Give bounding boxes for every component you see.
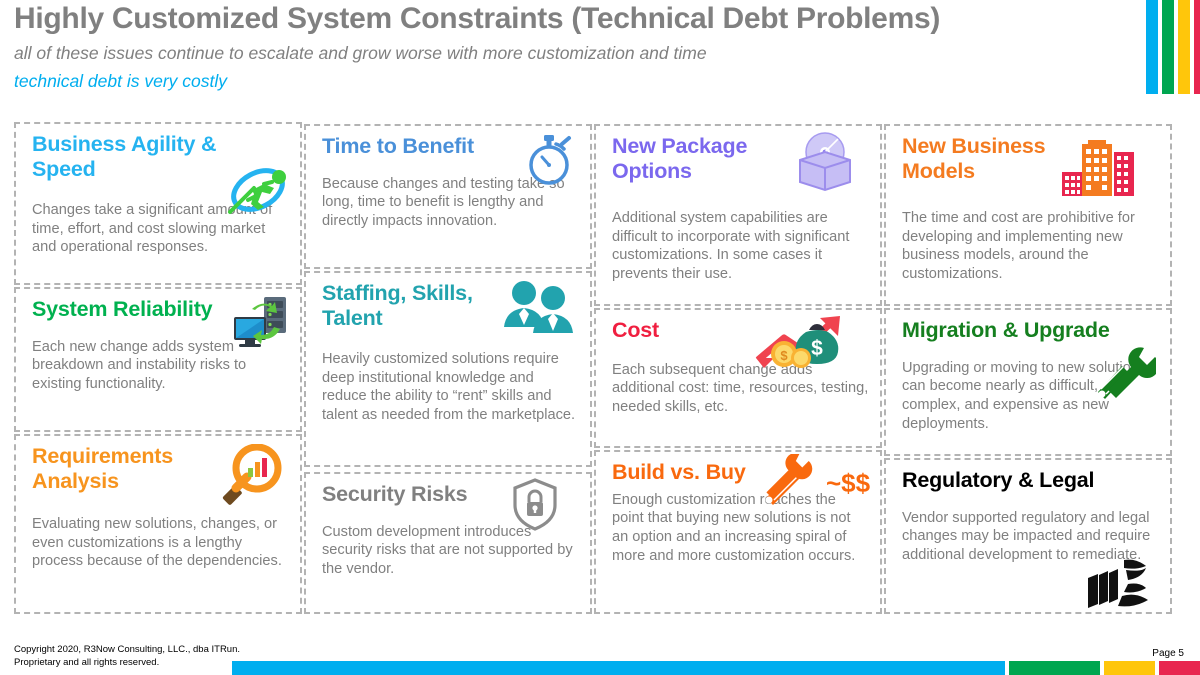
card-body: Changes take a significant amount of tim…: [32, 202, 273, 256]
grid-column-4: New Business Models The time and cost ar…: [884, 122, 1172, 614]
header-accent-bar-blue: [1146, 0, 1158, 94]
card-business-agility[interactable]: Business Agility & Speed Changes take a …: [14, 122, 302, 285]
footer-accent-bar-yellow: [1104, 661, 1155, 675]
card-body: Each new change adds system breakdown an…: [32, 338, 247, 392]
card-title: Regulatory & Legal: [902, 468, 1095, 492]
card-cost[interactable]: Cost Each subsequent change adds additio…: [594, 308, 882, 448]
slide-header: Highly Customized System Constraints (Te…: [14, 2, 1124, 92]
card-new-business-models[interactable]: New Business Models The time and cost ar…: [884, 124, 1172, 306]
card-title: Migration & Upgrade: [902, 318, 1110, 342]
card-body: Heavily customized solutions require dee…: [322, 351, 576, 424]
card-build-vs-buy[interactable]: Build vs. Buy Enough customization reach…: [594, 450, 882, 614]
card-body: Additional system capabilities are diffi…: [612, 210, 850, 283]
card-title: Business Agility & Speed: [32, 132, 217, 181]
card-title: System Reliability: [32, 297, 213, 321]
card-title: Build vs. Buy: [612, 460, 746, 484]
svg-text:$: $: [811, 337, 823, 360]
header-accent-bar-red: [1194, 0, 1200, 94]
law-books-scales-icon: [1086, 558, 1156, 610]
card-staffing-skills[interactable]: Staffing, Skills, Talent Heavily customi…: [304, 271, 592, 467]
header-accent-bar-yellow: [1178, 0, 1190, 94]
card-migration-upgrade[interactable]: Migration & Upgrade Upgrading or moving …: [884, 308, 1172, 456]
header-accent-bar-green: [1162, 0, 1174, 94]
magnifier-chart-icon: [220, 444, 282, 510]
card-title: Requirements Analysis: [32, 444, 173, 493]
card-title: Time to Benefit: [322, 134, 474, 158]
card-title: New Business Models: [902, 134, 1046, 183]
card-body: The time and cost are prohibitive for de…: [902, 210, 1135, 283]
card-body: Custom development introduces security r…: [322, 523, 573, 577]
card-regulatory-legal[interactable]: Regulatory & Legal Vendor supported regu…: [884, 458, 1172, 614]
grid-column-2: Time to Benefit Because changes and test…: [304, 122, 592, 614]
subtitle-primary: all of these issues continue to escalate…: [14, 42, 707, 63]
card-security-risks[interactable]: Security Risks Custom development introd…: [304, 472, 592, 614]
grid-column-3: New Package Options Additional system ca…: [594, 122, 882, 614]
card-body: Evaluating new solutions, changes, or ev…: [32, 516, 282, 570]
slide-root: Highly Customized System Constraints (Te…: [0, 0, 1200, 675]
card-title: Security Risks: [322, 482, 468, 506]
page-number: Page 5: [1152, 648, 1184, 659]
card-title: Staffing, Skills, Talent: [322, 281, 473, 330]
footer-accent-bar-red: [1159, 661, 1200, 675]
card-body: Each subsequent change adds additional c…: [612, 361, 869, 415]
grid-column-1: Business Agility & Speed Changes take a …: [14, 122, 302, 614]
subtitle-secondary: technical debt is very costly: [14, 70, 228, 91]
package-disc-icon: [792, 128, 858, 194]
card-time-to-benefit[interactable]: Time to Benefit Because changes and test…: [304, 124, 592, 269]
card-system-reliability[interactable]: System Reliability Each new change adds …: [14, 287, 302, 432]
footer-accent-bar-green: [1009, 661, 1100, 675]
constraints-grid: Business Agility & Speed Changes take a …: [14, 122, 1172, 614]
header-accent-bars: [1146, 0, 1200, 94]
footer-accent-bar-blue: [232, 661, 1005, 675]
card-body: Upgrading or moving to new solutions can…: [902, 359, 1147, 432]
footer-accent-bars: [0, 661, 1200, 675]
card-title: New Package Options: [612, 134, 748, 183]
page-title: Highly Customized System Constraints (Te…: [14, 2, 941, 35]
card-body: Vendor supported regulatory and legal ch…: [902, 509, 1151, 563]
card-new-package-options[interactable]: New Package Options Additional system ca…: [594, 124, 882, 306]
footer-copyright-line-1: Copyright 2020, R3Now Consulting, LLC., …: [14, 644, 241, 655]
card-body: Because changes and testing take so long…: [322, 175, 565, 229]
card-title: Cost: [612, 318, 659, 342]
card-requirements-analysis[interactable]: Requirements Analysis Evaluating new sol…: [14, 434, 302, 614]
card-body: Enough customization reaches the point t…: [612, 491, 856, 564]
